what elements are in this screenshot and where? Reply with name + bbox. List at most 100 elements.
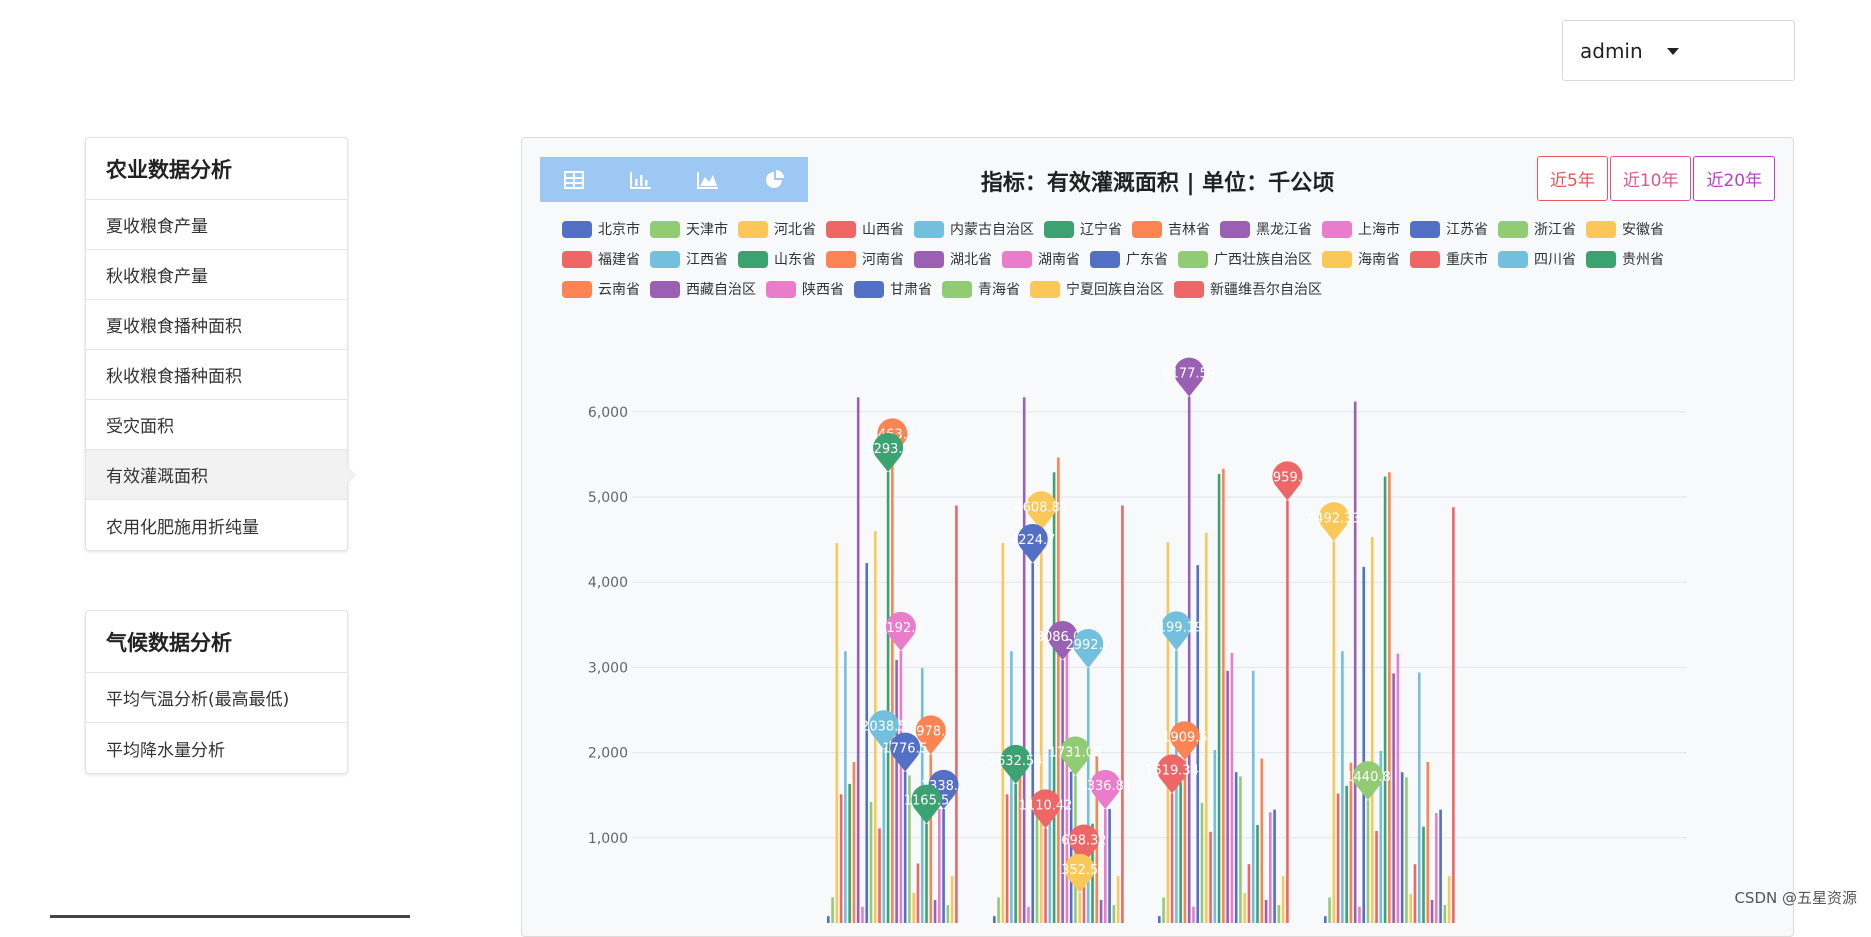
bar[interactable]	[1006, 794, 1009, 923]
bar[interactable]	[1367, 800, 1370, 923]
bar[interactable]	[1345, 786, 1348, 923]
legend-item[interactable]: 甘肃省	[854, 279, 932, 299]
bar[interactable]	[1431, 900, 1434, 923]
max-marker[interactable]: 1519.34	[1145, 754, 1199, 793]
bar[interactable]	[938, 809, 941, 923]
bar[interactable]	[848, 784, 851, 923]
legend-item[interactable]: 陕西省	[766, 279, 844, 299]
bar[interactable]	[1422, 827, 1425, 923]
max-marker[interactable]: 4224.7	[1010, 524, 1055, 563]
bar[interactable]	[1328, 897, 1331, 923]
legend-item[interactable]: 福建省	[562, 249, 640, 269]
bar[interactable]	[1044, 828, 1047, 923]
nav-item-temperature[interactable]: 平均气温分析(最高最低)	[86, 673, 347, 723]
bar[interactable]	[1324, 916, 1327, 923]
bar[interactable]	[1104, 809, 1107, 923]
legend-item[interactable]: 山东省	[738, 249, 816, 269]
bar[interactable]	[1078, 893, 1081, 923]
bar[interactable]	[1205, 533, 1208, 923]
bar[interactable]	[942, 809, 945, 923]
bar[interactable]	[1057, 457, 1060, 923]
legend-item[interactable]: 江苏省	[1410, 219, 1488, 239]
user-dropdown[interactable]: admin	[1562, 20, 1795, 81]
legend-item[interactable]: 北京市	[562, 219, 640, 239]
nav-item-summer-grain-output[interactable]: 夏收粮食产量	[86, 200, 347, 250]
bar[interactable]	[1256, 825, 1259, 923]
legend-item[interactable]: 上海市	[1322, 219, 1400, 239]
bar[interactable]	[912, 893, 915, 923]
bar[interactable]	[891, 457, 894, 923]
legend-item[interactable]: 湖南省	[1002, 249, 1080, 269]
bar[interactable]	[861, 907, 864, 923]
bar[interactable]	[1248, 864, 1251, 923]
bar[interactable]	[1171, 794, 1174, 923]
bar[interactable]	[1388, 472, 1391, 923]
bar[interactable]	[1341, 651, 1344, 923]
bar[interactable]	[844, 651, 847, 923]
bar[interactable]	[1269, 812, 1272, 923]
legend-item[interactable]: 吉林省	[1132, 219, 1210, 239]
bar[interactable]	[1409, 894, 1412, 923]
legend-item[interactable]: 云南省	[562, 279, 640, 299]
bar[interactable]	[827, 916, 830, 923]
bar[interactable]	[840, 794, 843, 923]
bar[interactable]	[1108, 809, 1111, 923]
legend-item[interactable]: 黑龙江省	[1220, 219, 1312, 239]
bar[interactable]	[1113, 905, 1116, 923]
max-marker[interactable]: 3199.19	[1149, 611, 1203, 650]
legend-item[interactable]: 安徽省	[1586, 219, 1664, 239]
bar[interactable]	[1397, 654, 1400, 923]
bar[interactable]	[1087, 668, 1090, 923]
bar[interactable]	[1252, 671, 1255, 923]
bar[interactable]	[1040, 530, 1043, 923]
bar[interactable]	[1354, 402, 1357, 923]
bar[interactable]	[836, 543, 839, 923]
range-5y-button[interactable]: 近5年	[1537, 156, 1608, 201]
bar[interactable]	[1061, 660, 1064, 923]
bar[interactable]	[1192, 907, 1195, 923]
legend-item[interactable]: 浙江省	[1498, 219, 1576, 239]
bar[interactable]	[1448, 876, 1451, 923]
bar[interactable]	[1384, 477, 1387, 923]
legend-item[interactable]: 宁夏回族自治区	[1030, 279, 1164, 299]
bar[interactable]	[857, 397, 860, 923]
bar[interactable]	[1333, 541, 1336, 923]
bar[interactable]	[917, 864, 920, 923]
bar[interactable]	[887, 472, 890, 923]
legend-item[interactable]: 广东省	[1090, 249, 1168, 269]
bar[interactable]	[1362, 567, 1365, 923]
bar[interactable]	[1239, 776, 1242, 923]
bar[interactable]	[878, 828, 881, 923]
legend-item[interactable]: 广西壮族自治区	[1178, 249, 1312, 269]
max-marker[interactable]: 3192.9	[878, 612, 924, 651]
legend-item[interactable]: 天津市	[650, 219, 728, 239]
bar[interactable]	[1401, 772, 1404, 923]
nav-item-fertilizer[interactable]: 农用化肥施用折纯量	[86, 500, 347, 550]
bar[interactable]	[1218, 474, 1221, 923]
bar[interactable]	[1222, 469, 1225, 923]
bar[interactable]	[1209, 832, 1212, 923]
bar[interactable]	[1121, 506, 1124, 923]
legend-item[interactable]: 江西省	[650, 249, 728, 269]
bar[interactable]	[1426, 762, 1429, 923]
bar[interactable]	[1014, 784, 1017, 923]
legend-item[interactable]: 辽宁省	[1044, 219, 1122, 239]
bar[interactable]	[870, 802, 873, 923]
bar[interactable]	[1214, 750, 1217, 923]
bar[interactable]	[1375, 831, 1378, 923]
bar[interactable]	[1117, 876, 1120, 923]
bar[interactable]	[1243, 893, 1246, 923]
bar[interactable]	[1226, 671, 1229, 923]
legend-item[interactable]: 河北省	[738, 219, 816, 239]
legend-item[interactable]: 河南省	[826, 249, 904, 269]
legend-item[interactable]: 四川省	[1498, 249, 1576, 269]
nav-item-summer-sown-area[interactable]: 夏收粮食播种面积	[86, 300, 347, 350]
bar[interactable]	[955, 506, 958, 923]
max-marker[interactable]: 6177.59	[1162, 358, 1216, 397]
bar[interactable]	[1023, 397, 1026, 923]
max-marker[interactable]: 1731.08	[1049, 736, 1103, 775]
bar[interactable]	[951, 876, 954, 923]
bar[interactable]	[1100, 900, 1103, 923]
bar[interactable]	[1031, 563, 1034, 923]
bar[interactable]	[883, 749, 886, 923]
